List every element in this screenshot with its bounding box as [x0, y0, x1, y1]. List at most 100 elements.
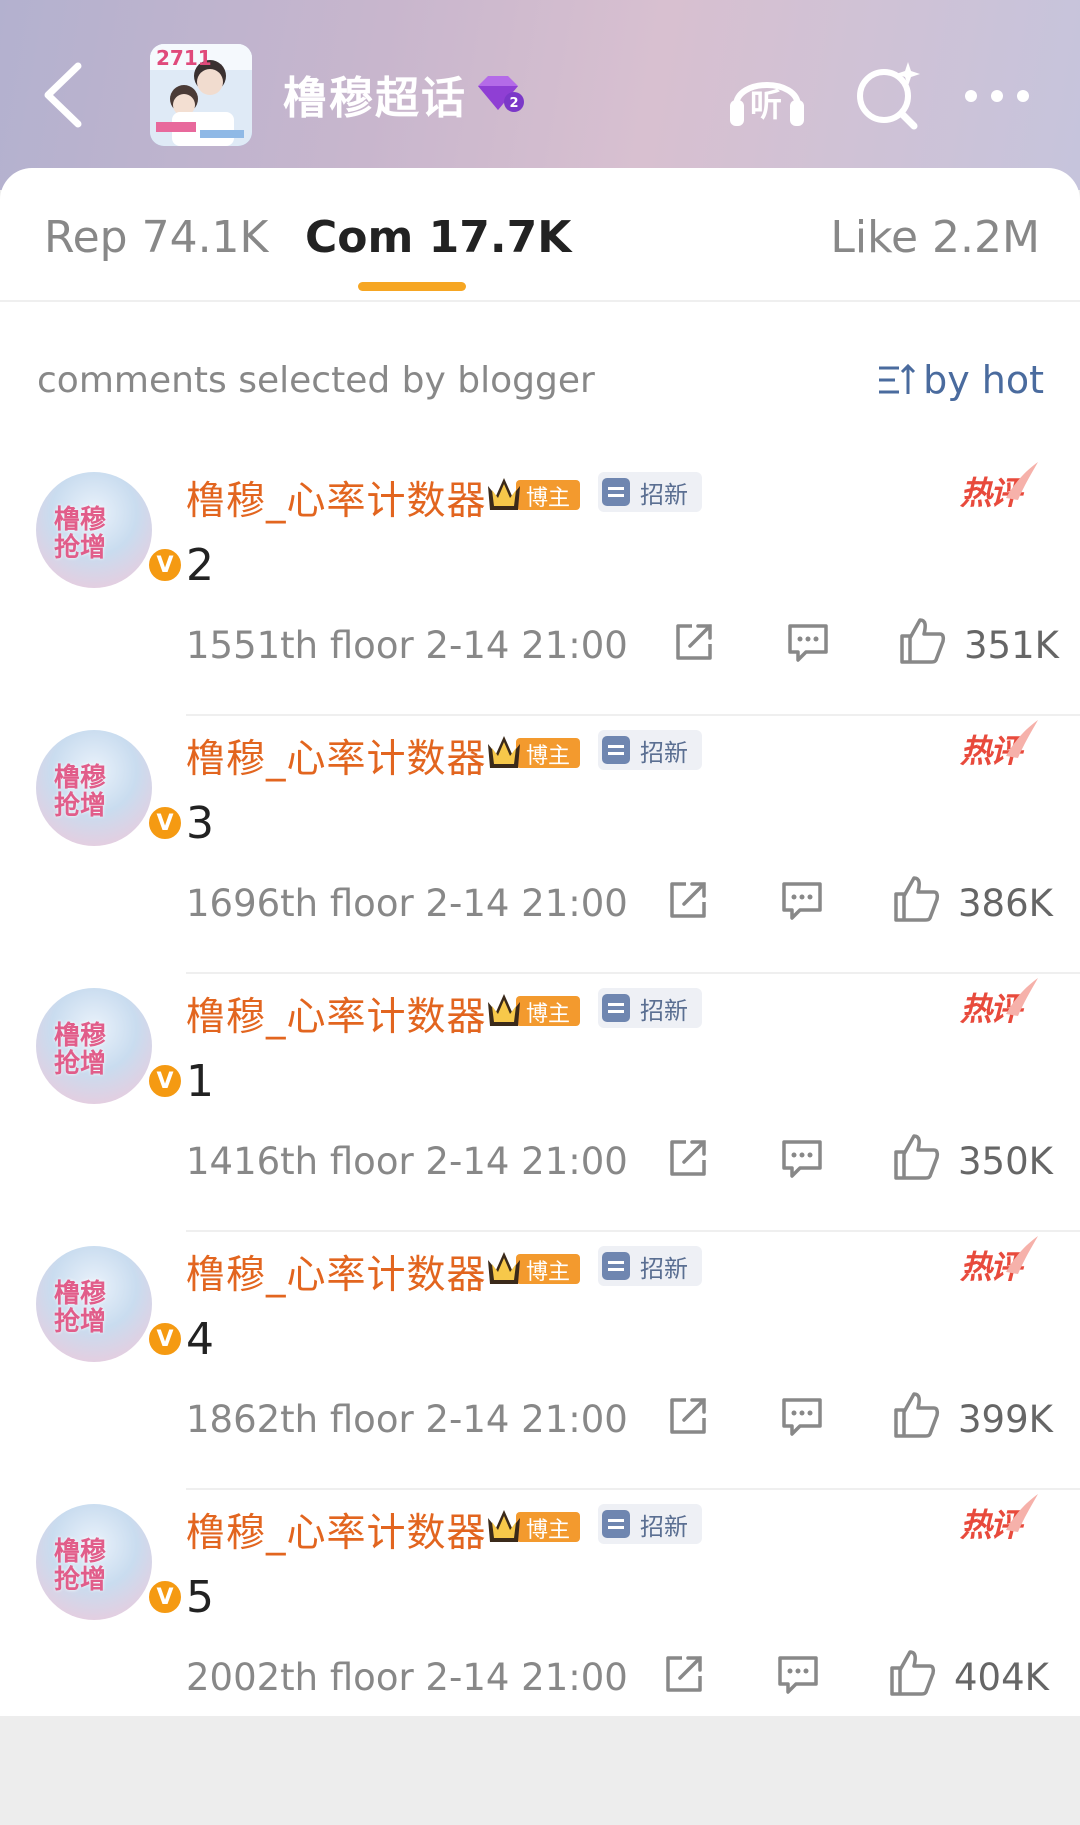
- verified-v-icon: V: [146, 804, 184, 842]
- avatar-art: 橹穆 抢增: [54, 1279, 107, 1337]
- comment-meta: 2002th floor 2-14 21:00: [186, 1656, 628, 1699]
- blogger-crown-badge: 博主: [486, 472, 582, 514]
- tab-reposts[interactable]: Rep 74.1K: [44, 212, 268, 263]
- avatar[interactable]: 橹穆 抢增 V: [36, 730, 184, 846]
- sort-toggle-button[interactable]: by hot: [877, 358, 1044, 402]
- comment-item: 橹穆 抢增 V 橹穆_心率计数器 博主 招新 热评 5 2002th floor …: [0, 1490, 1080, 1748]
- crown-label: 博主: [526, 1260, 571, 1285]
- avatar[interactable]: 橹穆 抢增 V: [36, 1246, 184, 1362]
- tab-comments[interactable]: Com 17.7K: [305, 212, 571, 263]
- wing-icon: [1006, 1494, 1038, 1532]
- more-ellipsis-icon[interactable]: [962, 60, 1032, 132]
- comment-meta: 1696th floor 2-14 21:00: [186, 882, 628, 925]
- sort-icon: [879, 363, 916, 394]
- recruit-badge: 招新: [598, 472, 702, 512]
- avatar[interactable]: 橹穆 抢增 V: [36, 472, 184, 588]
- blogger-crown-badge: 博主: [486, 1246, 582, 1288]
- section-label: comments selected by blogger: [37, 360, 595, 401]
- listen-button[interactable]: 听: [726, 60, 808, 132]
- comment-meta: 1862th floor 2-14 21:00: [186, 1398, 628, 1441]
- recruit-badge: 招新: [598, 1246, 702, 1286]
- channel-thumbnail[interactable]: 2711: [150, 44, 252, 146]
- crown-label: 博主: [526, 1518, 571, 1543]
- reply-icon[interactable]: [778, 1134, 826, 1182]
- thumbs-up-icon[interactable]: [888, 1648, 936, 1698]
- username[interactable]: 橹穆_心率计数器: [186, 470, 487, 526]
- recruit-icon: [602, 478, 630, 506]
- username[interactable]: 橹穆_心率计数器: [186, 986, 487, 1042]
- recruit-label: 招新: [640, 738, 688, 767]
- recruit-icon: [602, 1252, 630, 1280]
- username[interactable]: 橹穆_心率计数器: [186, 728, 487, 784]
- crown-label: 博主: [526, 1002, 571, 1027]
- sort-label: by hot: [923, 358, 1044, 402]
- avatar-art: 橹穆 抢增: [54, 1021, 107, 1079]
- search-sparkle-icon[interactable]: [852, 60, 922, 132]
- comment-item: 橹穆 抢增 V 橹穆_心率计数器 博主 招新 热评 3 1696th floor …: [0, 716, 1080, 974]
- blogger-crown-badge: 博主: [486, 988, 582, 1030]
- share-icon[interactable]: [664, 1134, 712, 1182]
- thumbs-up-icon[interactable]: [892, 1390, 940, 1440]
- avatar-art: 橹穆 抢增: [54, 1537, 107, 1595]
- wing-icon: [1006, 1236, 1038, 1274]
- username[interactable]: 橹穆_心率计数器: [186, 1244, 487, 1300]
- share-icon[interactable]: [664, 1392, 712, 1440]
- reply-icon[interactable]: [778, 876, 826, 924]
- recruit-icon: [602, 994, 630, 1022]
- comments-panel: Rep 74.1K Com 17.7K Like 2.2M comments s…: [0, 168, 1080, 1716]
- recruit-icon: [602, 1510, 630, 1538]
- verified-v-icon: V: [146, 1320, 184, 1358]
- blogger-crown-badge: 博主: [486, 1504, 582, 1546]
- crown-label: 博主: [526, 486, 571, 511]
- comment-text: 4: [186, 1314, 214, 1365]
- comment-item: 橹穆 抢增 V 橹穆_心率计数器 博主 招新 热评 1 1416th floor …: [0, 974, 1080, 1232]
- back-chevron-icon[interactable]: [38, 58, 88, 132]
- like-count: 350K: [958, 1140, 1053, 1183]
- verified-v-icon: V: [146, 1062, 184, 1100]
- comment-meta: 1551th floor 2-14 21:00: [186, 624, 628, 667]
- recruit-badge: 招新: [598, 730, 702, 770]
- recruit-label: 招新: [640, 996, 688, 1025]
- thumbs-up-icon[interactable]: [892, 874, 940, 924]
- verified-v-icon: V: [146, 1578, 184, 1616]
- username[interactable]: 橹穆_心率计数器: [186, 1502, 487, 1558]
- wing-icon: [1006, 978, 1038, 1016]
- listen-label: 听: [750, 86, 783, 124]
- recruit-badge: 招新: [598, 988, 702, 1028]
- super-diamond-icon: 2: [478, 76, 524, 112]
- like-count: 404K: [954, 1656, 1049, 1699]
- reply-icon[interactable]: [774, 1650, 822, 1698]
- like-count: 386K: [958, 882, 1053, 925]
- thumbs-up-icon[interactable]: [898, 616, 946, 666]
- reply-icon[interactable]: [778, 1392, 826, 1440]
- like-count: 399K: [958, 1398, 1053, 1441]
- avatar-art: 橹穆 抢增: [54, 505, 107, 563]
- recruit-label: 招新: [640, 1512, 688, 1541]
- comment-text: 5: [186, 1572, 214, 1623]
- share-icon[interactable]: [664, 876, 712, 924]
- thumbs-up-icon[interactable]: [892, 1132, 940, 1182]
- tab-likes[interactable]: Like 2.2M: [830, 212, 1040, 263]
- channel-title: 橹穆超话: [283, 73, 467, 124]
- comment-text: 3: [186, 798, 214, 849]
- share-icon[interactable]: [660, 1650, 708, 1698]
- wing-icon: [1006, 462, 1038, 500]
- avatar-art: 橹穆 抢增: [54, 763, 107, 821]
- active-tab-indicator: [358, 282, 466, 291]
- verified-v-icon: V: [146, 546, 184, 584]
- thumbnail-number: 2711: [156, 46, 212, 70]
- svg-text:2: 2: [509, 96, 518, 111]
- top-bar: 2711 橹穆超话 2 听: [0, 0, 1080, 190]
- recruit-label: 招新: [640, 1254, 688, 1283]
- tab-bar: Rep 74.1K Com 17.7K Like 2.2M: [0, 168, 1080, 302]
- avatar[interactable]: 橹穆 抢增 V: [36, 1504, 184, 1620]
- comment-item: 橹穆 抢增 V 橹穆_心率计数器 博主 招新 热评 2 1551th floor …: [0, 458, 1080, 716]
- avatar[interactable]: 橹穆 抢增 V: [36, 988, 184, 1104]
- blogger-crown-badge: 博主: [486, 730, 582, 772]
- recruit-label: 招新: [640, 480, 688, 509]
- reply-icon[interactable]: [784, 618, 832, 666]
- recruit-badge: 招新: [598, 1504, 702, 1544]
- crown-label: 博主: [526, 744, 571, 769]
- share-icon[interactable]: [670, 618, 718, 666]
- comment-item: 橹穆 抢增 V 橹穆_心率计数器 博主 招新 热评 4 1862th floor …: [0, 1232, 1080, 1490]
